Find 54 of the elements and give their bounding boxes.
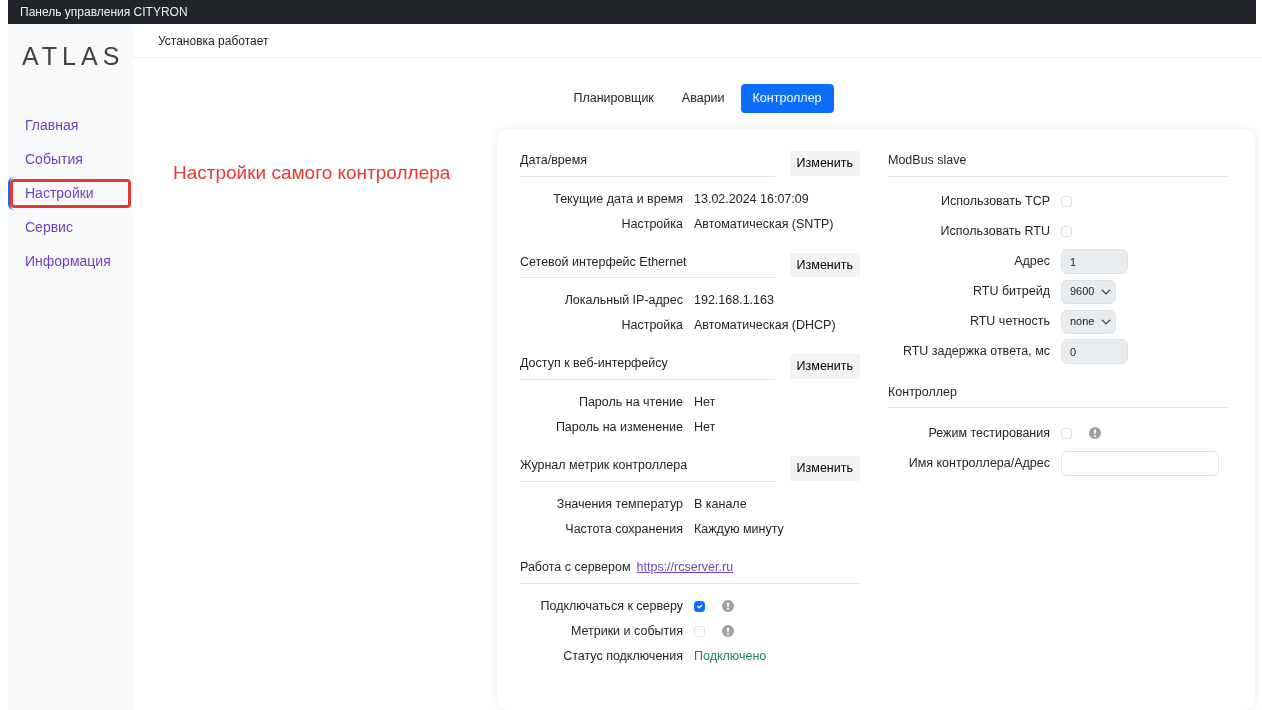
edit-button[interactable]: Изменить	[789, 150, 860, 176]
field-label: Режим тестирования	[927, 424, 1050, 442]
field-label: Пароль на чтение	[577, 394, 683, 412]
sidebar-item[interactable]: Главная	[8, 109, 133, 142]
tab[interactable]: Планировщик	[561, 84, 666, 113]
field-value: Автоматическая (SNTP)	[694, 215, 834, 233]
field-label: RTU битрейд	[972, 283, 1050, 301]
field-value: Нет	[694, 394, 716, 412]
section-title: Доступ к веб-интерфейсу	[520, 356, 668, 371]
input-field[interactable]	[1061, 450, 1219, 476]
edit-button[interactable]: Изменить	[789, 456, 860, 481]
status-value: Подключено	[694, 647, 767, 665]
field-value: В канале	[694, 495, 747, 513]
field-label: Настройка	[620, 215, 683, 233]
sidebar-item[interactable]: Настройки	[8, 177, 133, 210]
field-label: Использовать RTU	[939, 223, 1050, 241]
field-label: Метрики и события	[569, 622, 683, 640]
section-title: Контроллер	[888, 384, 957, 399]
field-label: Адрес	[1013, 253, 1050, 271]
edit-button[interactable]: Изменить	[789, 252, 860, 278]
field-value: 13.02.2024 16:07:09	[694, 190, 809, 208]
field-label: RTU четность	[968, 313, 1050, 331]
section-title: ModBus slave	[888, 152, 967, 167]
section-title: Сетевой интерфейс Ethernet	[520, 254, 687, 269]
field-label: Пароль на изменение	[554, 419, 683, 437]
checkbox[interactable]	[694, 600, 705, 612]
link[interactable]: https://rcserver.ru	[636, 559, 734, 574]
field-label: Значения температур	[555, 495, 683, 513]
section-title: Журнал метрик контроллера	[520, 458, 688, 472]
tab[interactable]: Аварии	[669, 84, 737, 113]
status-text: Установка работает	[158, 34, 269, 48]
section-title: Дата/время	[520, 152, 588, 167]
app-title: Панель управления CITYRON	[8, 0, 1256, 24]
edit-button[interactable]: Изменить	[789, 354, 860, 379]
tab[interactable]: Контроллер	[740, 84, 834, 113]
field-label: Подключаться к серверу	[539, 597, 683, 615]
logo-text: ATLAS	[22, 42, 125, 70]
field-label: Имя контроллера/Адрес	[907, 454, 1050, 472]
sidebar-item[interactable]: Сервис	[8, 211, 133, 244]
sidebar-item[interactable]: События	[8, 143, 133, 176]
field-label: Статус подключения	[562, 647, 683, 665]
field-label: Использовать TCP	[940, 193, 1050, 211]
field-label: Локальный IP-адрес	[563, 292, 683, 310]
sidebar-item[interactable]: Информация	[8, 245, 133, 278]
field-label: Текущие дата и время	[552, 190, 683, 208]
section-title: Работа с сервером	[520, 559, 631, 574]
field-label: Частота сохранения	[564, 520, 683, 538]
field-value: Нет	[694, 419, 716, 437]
field-value: Автоматическая (DHCP)	[694, 317, 836, 335]
field-value: 192.168.1.163	[694, 292, 774, 310]
field-value: Каждую минуту	[694, 520, 784, 538]
field-label: Настройка	[620, 317, 683, 335]
annotation-text: Настройки самого контроллера	[173, 162, 451, 183]
field-label: RTU задержка ответа, мс	[901, 343, 1050, 361]
